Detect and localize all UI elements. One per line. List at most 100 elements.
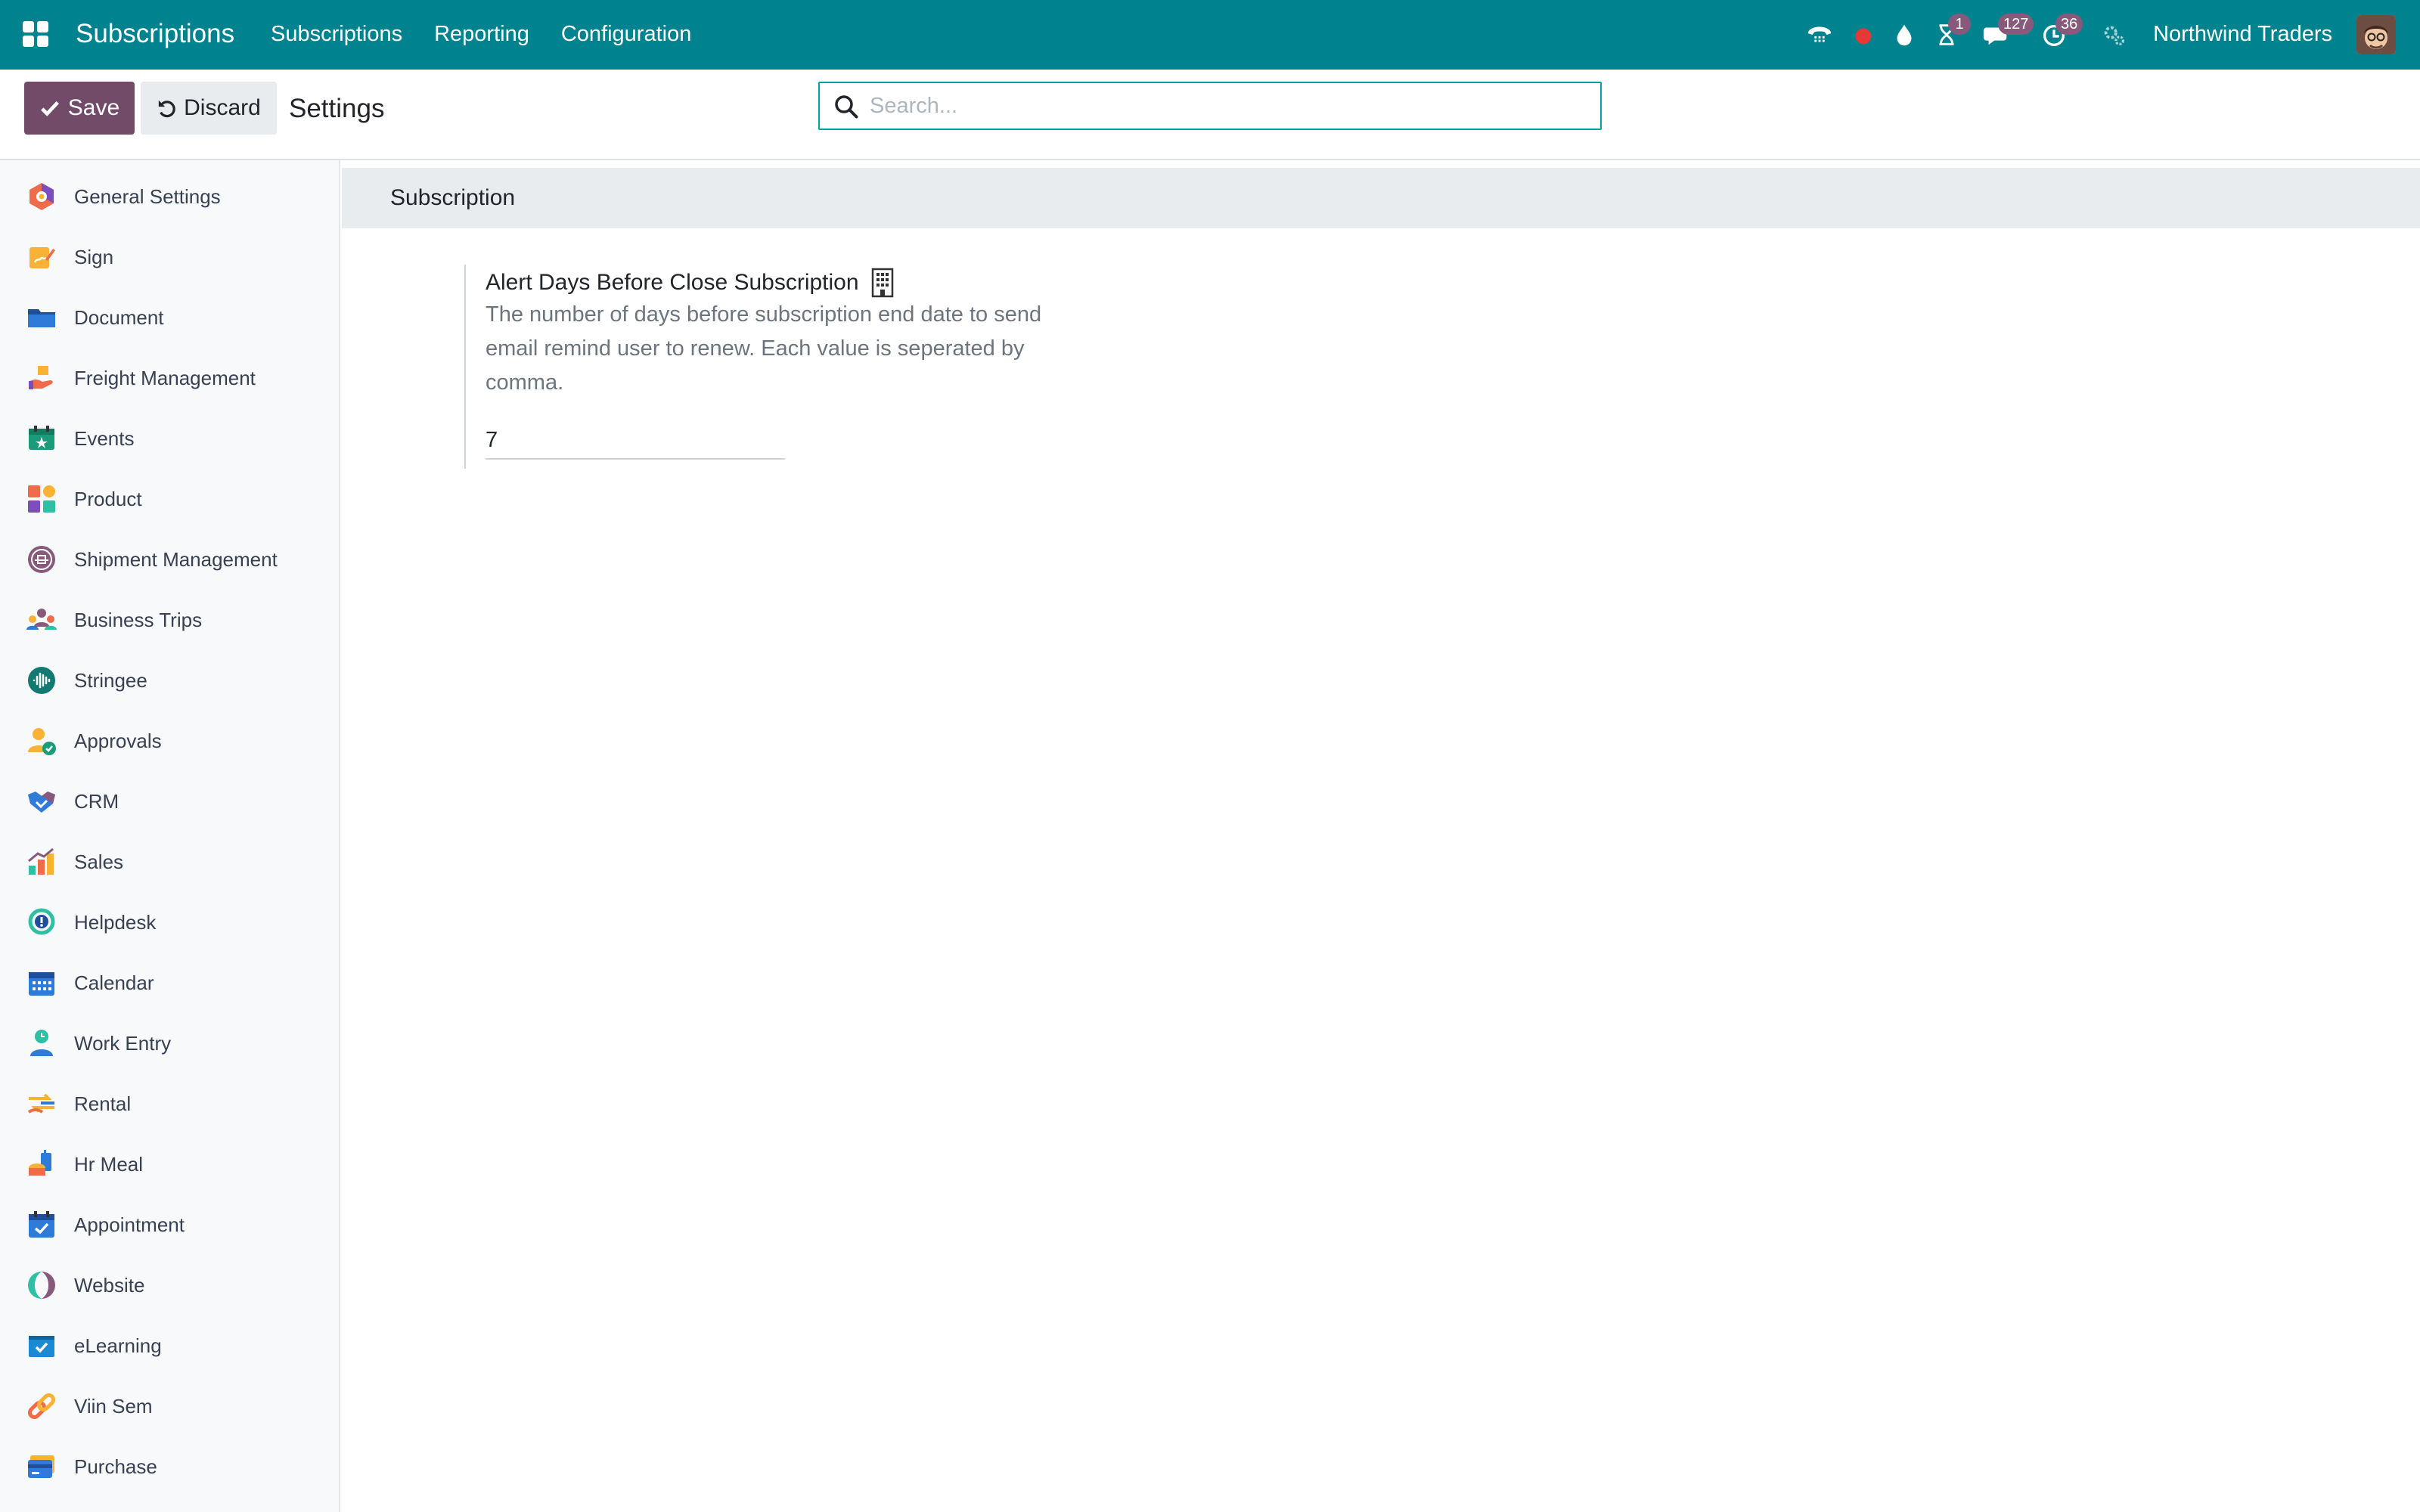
sidebar-item-label: Work Entry — [74, 1032, 172, 1055]
shipment-icon — [26, 544, 57, 575]
setting-alert-days: Alert Days Before Close Subscription The… — [464, 265, 1069, 469]
hr-meal-icon — [26, 1148, 57, 1180]
sidebar-item-label: Rental — [74, 1092, 132, 1115]
sidebar-item-appointment[interactable]: Appointment — [0, 1194, 339, 1255]
discard-button[interactable]: Discard — [141, 82, 277, 135]
clock-badge: 36 — [2055, 14, 2083, 35]
appointment-icon — [26, 1209, 57, 1241]
sidebar-item-document[interactable]: Document — [0, 287, 339, 348]
sidebar-item-label: Viin Sem — [74, 1395, 153, 1418]
sidebar-item-label: Business Trips — [74, 609, 203, 631]
company-building-icon — [871, 268, 893, 298]
sidebar-item-rental[interactable]: Rental — [0, 1074, 339, 1134]
sidebar-item-label: Sales — [74, 850, 124, 873]
apps-menu-icon[interactable] — [23, 21, 48, 47]
viin-sem-icon — [26, 1390, 57, 1422]
helpdesk-icon — [26, 906, 57, 938]
sales-icon — [26, 846, 57, 878]
search-icon — [835, 95, 858, 119]
messages-badge: 127 — [1998, 14, 2034, 35]
sidebar-item-label: Hr Meal — [74, 1153, 144, 1176]
sidebar-item-label: Product — [74, 488, 142, 510]
chat-icon[interactable]: 127 — [1980, 14, 2034, 51]
sidebar-item-sign[interactable]: Sign — [0, 227, 339, 287]
sidebar-item-helpdesk[interactable]: Helpdesk — [0, 892, 339, 953]
sidebar-item-hr-meal[interactable]: Hr Meal — [0, 1134, 339, 1194]
sidebar-item-work-entry[interactable]: Work Entry — [0, 1013, 339, 1074]
record-dot-icon[interactable] — [1847, 18, 1880, 51]
company-switcher[interactable]: Northwind Traders — [2153, 20, 2332, 48]
events-icon — [26, 423, 57, 454]
sign-icon — [26, 241, 57, 273]
drop-icon[interactable] — [1888, 18, 1921, 51]
hourglass-icon[interactable]: 1 — [1930, 14, 1971, 51]
sidebar-item-general-settings[interactable]: General Settings — [0, 166, 339, 227]
page-title: Settings — [289, 94, 385, 123]
sidebar-item-approvals[interactable]: Approvals — [0, 711, 339, 771]
sidebar-item-label: CRM — [74, 790, 119, 813]
sidebar-item-shipment-management[interactable]: Shipment Management — [0, 529, 339, 590]
approvals-icon — [26, 725, 57, 757]
search-box[interactable] — [818, 82, 1602, 130]
sidebar-item-purchase[interactable]: Purchase — [0, 1436, 339, 1497]
sidebar-item-label: Freight Management — [74, 367, 256, 389]
section-header: Subscription — [342, 168, 2420, 228]
discard-label: Discard — [184, 95, 261, 120]
top-navbar: Subscriptions Subscriptions Reporting Co… — [0, 0, 2420, 70]
general-settings-icon — [26, 181, 57, 212]
elearning-icon — [26, 1330, 57, 1362]
sidebar-item-label: Calendar — [74, 971, 154, 994]
save-button[interactable]: Save — [24, 82, 135, 135]
user-avatar[interactable] — [2356, 15, 2396, 54]
menu-subscriptions[interactable]: Subscriptions — [271, 20, 402, 48]
sidebar-item-label: Document — [74, 306, 164, 329]
stringee-icon — [26, 665, 57, 696]
sidebar-item-events[interactable]: Events — [0, 408, 339, 469]
purchase-icon — [26, 1451, 57, 1483]
save-label: Save — [67, 95, 120, 120]
sidebar-item-calendar[interactable]: Calendar — [0, 953, 339, 1013]
sidebar-item-label: eLearning — [74, 1334, 162, 1357]
website-icon — [26, 1269, 57, 1301]
sidebar-item-label: Appointment — [74, 1213, 185, 1236]
sidebar-item-freight-management[interactable]: Freight Management — [0, 348, 339, 408]
setting-label-row: Alert Days Before Close Subscription — [486, 268, 895, 298]
rental-icon — [26, 1088, 57, 1120]
sidebar-item-sales[interactable]: Sales — [0, 832, 339, 892]
sidebar-item-website[interactable]: Website — [0, 1255, 339, 1315]
app-name[interactable]: Subscriptions — [76, 17, 234, 51]
sidebar-item-label: Stringee — [74, 669, 147, 692]
sidebar-item-elearning[interactable]: eLearning — [0, 1315, 339, 1376]
sidebar-item-label: Approvals — [74, 730, 162, 752]
menu-configuration[interactable]: Configuration — [561, 20, 692, 48]
section-title: Subscription — [390, 185, 516, 210]
sidebar-item-product[interactable]: Product — [0, 469, 339, 529]
phone-icon[interactable] — [1803, 18, 1836, 51]
folder-icon — [26, 302, 57, 333]
menu-reporting[interactable]: Reporting — [434, 20, 529, 48]
sidebar-item-label: Purchase — [74, 1455, 157, 1478]
crm-icon — [26, 785, 57, 817]
sidebar-item-label: General Settings — [74, 185, 221, 208]
business-trips-icon — [26, 604, 57, 636]
gears-icon[interactable] — [2098, 18, 2131, 51]
settings-sidebar: General Settings Sign Document Freight M… — [0, 160, 340, 1512]
calendar-icon — [26, 967, 57, 999]
setting-description: The number of days before subscription e… — [486, 302, 1042, 395]
sidebar-item-business-trips[interactable]: Business Trips — [0, 590, 339, 650]
sidebar-item-label: Helpdesk — [74, 911, 157, 934]
sidebar-item-stringee[interactable]: Stringee — [0, 650, 339, 711]
alert-days-input[interactable] — [486, 422, 785, 460]
freight-icon — [26, 362, 57, 394]
undo-icon — [158, 100, 175, 118]
product-icon — [26, 483, 57, 515]
sidebar-item-label: Website — [74, 1274, 145, 1297]
clock-icon[interactable]: 36 — [2037, 14, 2083, 51]
activity-badge: 1 — [1948, 14, 1971, 35]
check-icon — [40, 101, 59, 116]
control-panel: Save Discard Settings — [0, 70, 2420, 160]
sidebar-item-crm[interactable]: CRM — [0, 771, 339, 832]
sidebar-item-label: Events — [74, 427, 135, 450]
search-input[interactable] — [870, 88, 1581, 124]
sidebar-item-viin-sem[interactable]: Viin Sem — [0, 1376, 339, 1436]
